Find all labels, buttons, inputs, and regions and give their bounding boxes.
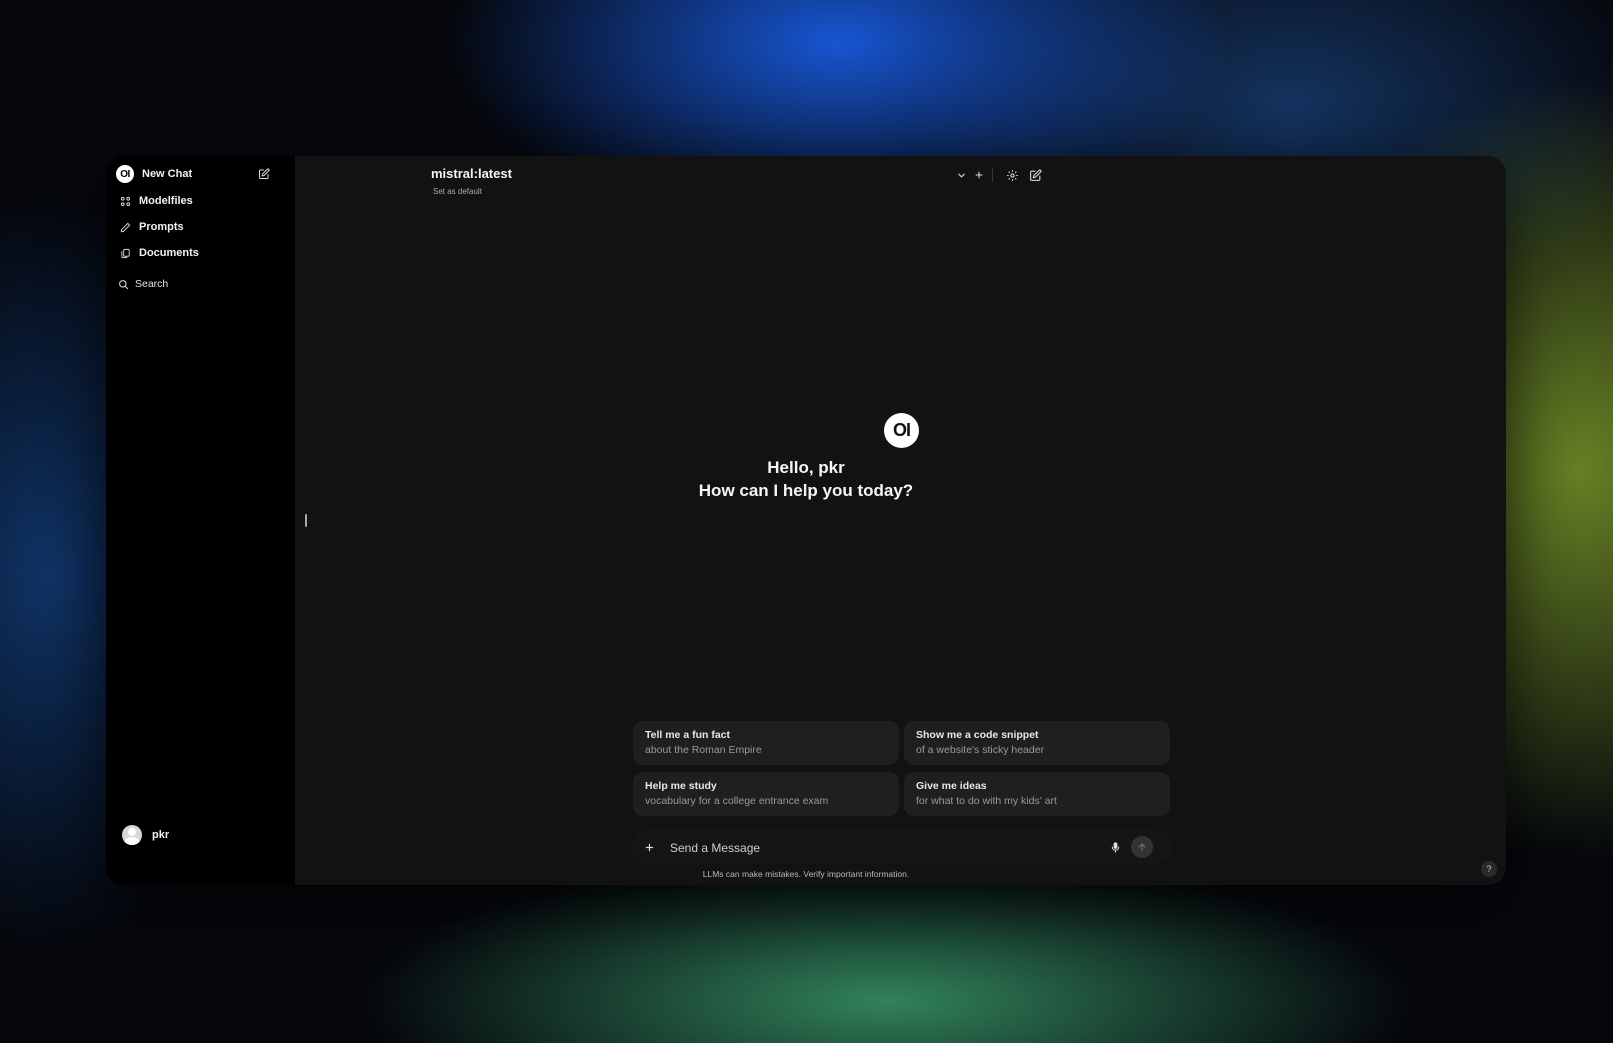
search-label: Search [135,278,169,290]
microphone-icon[interactable] [1108,839,1122,855]
chevron-down-icon[interactable] [954,168,968,182]
new-chat-button[interactable]: OI New Chat [116,165,286,183]
suggestion-card[interactable]: Give me ideas for what to do with my kid… [904,772,1170,816]
new-chat-label: New Chat [142,168,193,180]
sidebar-search[interactable]: Search [116,277,168,291]
attach-plus-icon[interactable] [641,839,657,855]
help-button[interactable]: ? [1481,861,1497,877]
gear-icon[interactable] [1005,168,1019,182]
suggestion-title: Help me study [645,780,717,792]
greeting-subtitle: How can I help you today? [698,481,914,500]
sidebar-item-prompts[interactable]: Prompts [118,220,184,234]
pencil-icon [118,220,132,234]
suggestion-card[interactable]: Tell me a fun fact about the Roman Empir… [633,721,899,765]
welcome-logo: OI [884,413,919,448]
send-button[interactable] [1131,836,1153,858]
disclaimer-text: LLMs can make mistakes. Verify important… [702,869,910,879]
search-icon [116,277,130,291]
greeting: Hello, pkr [767,458,845,477]
avatar [122,825,142,845]
suggestion-title: Tell me a fun fact [645,729,730,741]
model-selector[interactable]: mistral:latest [431,166,512,181]
suggestion-title: Give me ideas [916,780,987,792]
suggestion-subtitle: about the Roman Empire [645,744,762,756]
message-composer [632,830,1172,864]
documents-icon [118,246,132,260]
message-input[interactable] [668,838,1102,858]
header-divider [992,168,993,182]
app-window: OI New Chat Modelfiles Prompts Documents [106,156,1506,885]
arrow-up-icon [1138,843,1146,851]
app-logo: OI [116,165,134,183]
sidebar-item-modelfiles[interactable]: Modelfiles [118,194,193,208]
sidebar-item-label: Prompts [139,221,184,233]
sidebar: OI New Chat Modelfiles Prompts Documents [106,156,295,885]
plus-icon[interactable] [972,168,986,182]
modelfiles-icon [118,194,132,208]
sidebar-item-documents[interactable]: Documents [118,246,199,260]
set-default-link[interactable]: Set as default [433,187,482,196]
suggestion-card[interactable]: Show me a code snippet of a website's st… [904,721,1170,765]
new-chat-icon[interactable] [1028,168,1042,182]
user-menu[interactable]: pkr [122,824,169,846]
compose-icon[interactable] [257,167,271,181]
sidebar-resize-handle[interactable] [305,514,307,527]
suggestion-subtitle: for what to do with my kids' art [916,795,1057,807]
sidebar-item-label: Modelfiles [139,195,193,207]
sidebar-item-label: Documents [139,247,199,259]
suggestion-card[interactable]: Help me study vocabulary for a college e… [633,772,899,816]
suggestion-title: Show me a code snippet [916,729,1039,741]
suggestion-subtitle: vocabulary for a college entrance exam [645,795,829,807]
user-name: pkr [152,829,170,841]
suggestion-subtitle: of a website's sticky header [916,744,1045,756]
